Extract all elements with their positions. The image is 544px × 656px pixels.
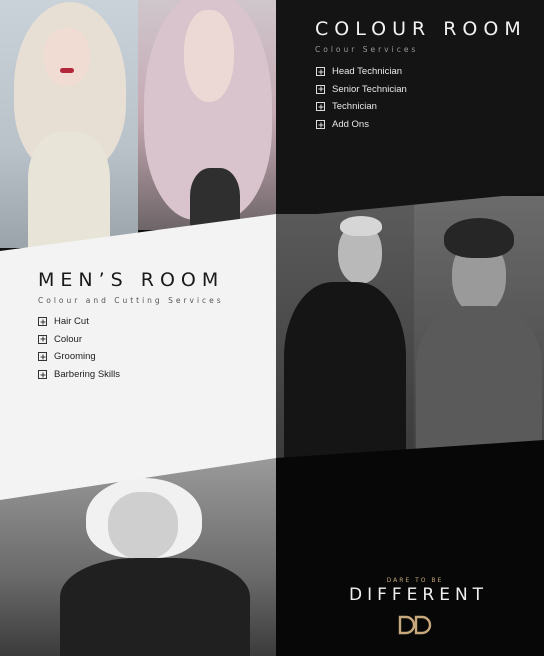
colour-service-item-senior-technician[interactable]: Senior Technician — [316, 81, 407, 99]
plus-box-icon[interactable] — [38, 352, 47, 362]
service-label[interactable]: Head Technician — [332, 66, 402, 77]
plus-box-icon[interactable] — [316, 120, 325, 130]
mens-services-list: Hair Cut Colour Grooming Barbering Skill… — [38, 313, 120, 383]
service-label[interactable]: Grooming — [54, 351, 96, 362]
service-label[interactable]: Colour — [54, 334, 82, 345]
plus-box-icon[interactable] — [38, 317, 47, 327]
colour-service-item-add-ons[interactable]: Add Ons — [316, 116, 407, 134]
mens-service-item-grooming[interactable]: Grooming — [38, 348, 120, 366]
mens-service-item-colour[interactable]: Colour — [38, 331, 120, 349]
colour-service-item-head-technician[interactable]: Head Technician — [316, 63, 407, 81]
colour-service-item-technician[interactable]: Technician — [316, 98, 407, 116]
service-label[interactable]: Hair Cut — [54, 316, 89, 327]
mens-room-subtitle: Colour and Cutting Services — [38, 296, 224, 305]
brand-wordmark: DIFFERENT — [349, 585, 489, 605]
service-label[interactable]: Senior Technician — [332, 84, 407, 95]
dd-monogram-logo-icon — [398, 615, 432, 635]
photo-male-model-1 — [276, 196, 414, 468]
service-label[interactable]: Technician — [332, 101, 377, 112]
mens-service-item-hair-cut[interactable]: Hair Cut — [38, 313, 120, 331]
plus-box-icon[interactable] — [316, 84, 325, 94]
service-label[interactable]: Add Ons — [332, 119, 369, 130]
mens-room-title: MEN’S ROOM — [38, 269, 225, 291]
photo-male-model-2 — [414, 196, 544, 456]
mens-service-item-barbering-skills[interactable]: Barbering Skills — [38, 366, 120, 384]
colour-room-title: COLOUR ROOM — [315, 18, 527, 40]
photo-blonde-model-1 — [0, 0, 138, 248]
service-label[interactable]: Barbering Skills — [54, 369, 120, 380]
plus-box-icon[interactable] — [316, 102, 325, 112]
photo-blonde-model-2 — [138, 0, 276, 230]
colour-room-subtitle: Colour Services — [315, 45, 419, 54]
plus-box-icon[interactable] — [38, 334, 47, 344]
plus-box-icon[interactable] — [38, 370, 47, 380]
colour-services-list: Head Technician Senior Technician Techni… — [316, 63, 407, 133]
brand-kicker: DARE TO BE — [386, 577, 444, 584]
plus-box-icon[interactable] — [316, 67, 325, 77]
